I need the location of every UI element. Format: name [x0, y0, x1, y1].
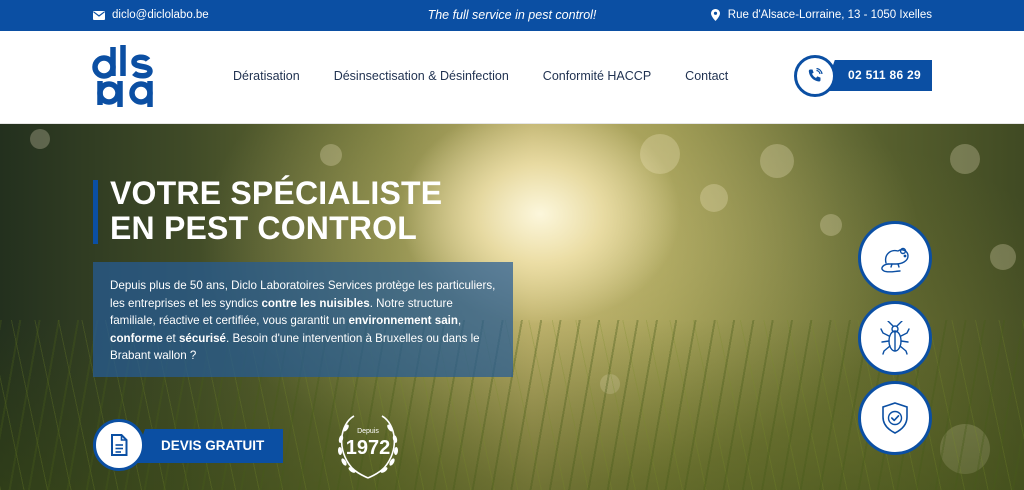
site-logo[interactable] [92, 45, 162, 111]
nav-conformite-haccp[interactable]: Conformité HACCP [543, 69, 651, 83]
site-header: Dératisation Désinsectisation & Désinfec… [0, 31, 1024, 124]
top-bar: diclo@diclolabo.be The full service in p… [0, 0, 1024, 31]
bokeh-light [760, 144, 794, 178]
free-quote-button[interactable]: DEVIS GRATUIT [93, 419, 285, 471]
since-1972-badge: Depuis 1972 [330, 408, 406, 484]
address: Rue d'Alsace-Lorraine, 13 - 1050 Ixelles [710, 9, 932, 21]
nav-desinsectisation[interactable]: Désinsectisation & Désinfection [334, 69, 509, 83]
badge-since-label: Depuis [357, 428, 379, 435]
phone-icon [794, 55, 836, 97]
phone-button[interactable]: 02 511 86 29 [794, 55, 934, 99]
headline-accent-bar [93, 180, 98, 244]
quote-button-label[interactable]: DEVIS GRATUIT [161, 438, 264, 453]
hero-headline: VOTRE SPÉCIALISTE EN PEST CONTROL [110, 176, 442, 246]
nav-contact[interactable]: Contact [685, 69, 728, 83]
intro-text: , [457, 314, 462, 327]
contact-email[interactable]: diclo@diclolabo.be [93, 9, 209, 21]
tagline-text: The full service in pest control! [427, 8, 597, 22]
bokeh-light [950, 144, 980, 174]
envelope-icon [93, 10, 105, 20]
document-icon [93, 419, 145, 471]
hero-intro: Depuis plus de 50 ans, Diclo Laboratoire… [93, 262, 513, 377]
service-haccp-button[interactable] [858, 381, 932, 455]
map-pin-icon [710, 9, 720, 21]
service-desinsectisation-button[interactable] [858, 301, 932, 375]
service-deratisation-button[interactable] [858, 221, 932, 295]
nav-deratisation[interactable]: Dératisation [233, 69, 300, 83]
phone-number[interactable]: 02 511 86 29 [848, 68, 921, 82]
main-nav: Dératisation Désinsectisation & Désinfec… [233, 69, 728, 83]
badge-year: 1972 [345, 437, 391, 459]
rat-icon [881, 247, 909, 273]
intro-text: et [162, 331, 179, 345]
address-text: Rue d'Alsace-Lorraine, 13 - 1050 Ixelles [727, 9, 932, 21]
shield-check-icon [882, 402, 908, 434]
bokeh-light [30, 129, 50, 149]
intro-emphasis: conforme [110, 331, 163, 345]
hero-section: VOTRE SPÉCIALISTE EN PEST CONTROL Depuis… [0, 124, 1024, 490]
headline-line-1: VOTRE SPÉCIALISTE [110, 175, 443, 211]
bokeh-light [640, 134, 680, 174]
cockroach-icon [880, 321, 910, 355]
intro-emphasis: environnement sain [348, 314, 458, 327]
email-text[interactable]: diclo@diclolabo.be [112, 9, 209, 21]
bokeh-light [820, 214, 842, 236]
intro-emphasis: sécurisé [178, 331, 227, 345]
bokeh-light [320, 144, 342, 166]
headline-line-2: EN PEST CONTROL [110, 210, 418, 246]
bokeh-light [990, 244, 1016, 270]
bokeh-light [700, 184, 728, 212]
intro-emphasis: contre les nuisibles [261, 296, 370, 310]
